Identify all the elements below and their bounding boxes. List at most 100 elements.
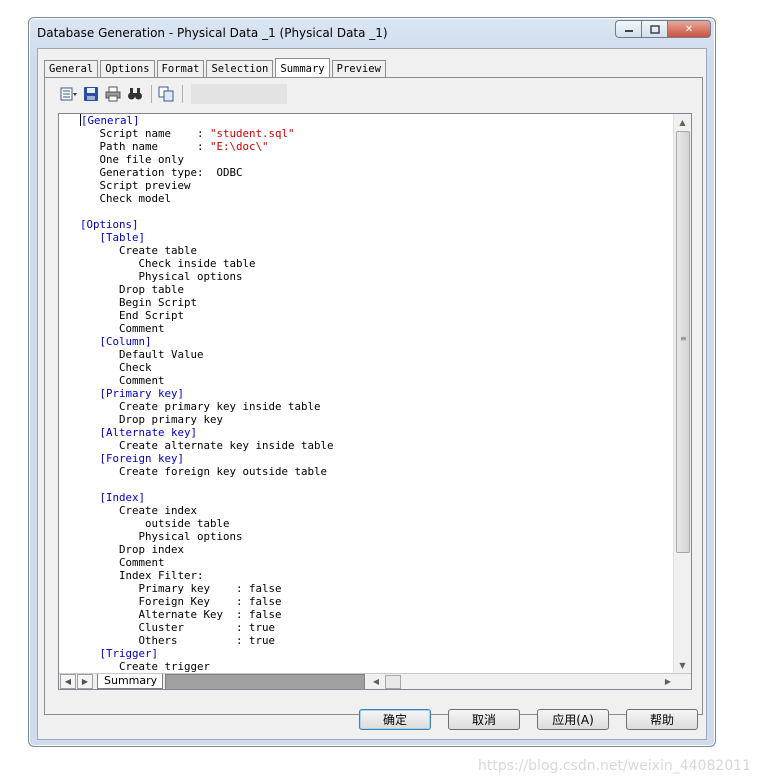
dialog-buttons: 确定 取消 应用(A) 帮助 [342, 709, 698, 730]
minimize-button[interactable] [615, 20, 641, 38]
summary-line-text: [Table] [99, 231, 146, 244]
summary-line-text: [Column] [99, 335, 152, 348]
grip-icon: ≡ [680, 334, 687, 343]
summary-line [80, 478, 334, 491]
sheet-prev-icon[interactable]: ◀ [60, 674, 76, 689]
summary-line-text: Alternate Key : false [138, 608, 282, 621]
sheet-tab-area [165, 674, 365, 689]
summary-line-text: [Primary key] [99, 387, 185, 400]
summary-line: Foreign Key : false [80, 595, 334, 608]
summary-line-text: Create table [119, 244, 198, 257]
summary-line-text: Drop index [119, 543, 185, 556]
summary-line-text: Default Value [119, 348, 204, 361]
summary-line: Comment [80, 374, 334, 387]
sheet-tab-summary[interactable]: Summary [97, 674, 163, 689]
summary-line: Script name : "student.sql" [80, 127, 334, 140]
apply-button[interactable]: 应用(A) [537, 709, 609, 730]
find-button[interactable] [125, 84, 145, 104]
toolbar-separator [151, 85, 152, 103]
scroll-up-icon[interactable]: ▲ [674, 114, 691, 131]
summary-line: Index Filter: [80, 569, 334, 582]
summary-line-text: Create primary key inside table [119, 400, 321, 413]
summary-line-text: Physical options [138, 270, 243, 283]
properties-button[interactable] [59, 84, 79, 104]
summary-section-line: [Index] [80, 491, 334, 504]
summary-section-line: [Primary key] [80, 387, 334, 400]
summary-line-text: [Foreign key] [99, 452, 185, 465]
summary-line-text: Create foreign key outside table [119, 465, 328, 478]
scroll-thumb[interactable]: ≡ [676, 131, 690, 553]
tab-summary[interactable]: Summary [275, 58, 330, 78]
summary-line-text: Create trigger [119, 660, 211, 673]
summary-section-line: [General] [80, 114, 334, 127]
find-icon [128, 88, 142, 100]
summary-line-text: Path name : [99, 140, 211, 153]
window-title: Database Generation - Physical Data _1 (… [37, 26, 388, 40]
minimize-icon [624, 30, 633, 32]
summary-line-text: Index Filter: [119, 569, 204, 582]
summary-line: Generation type: ODBC [80, 166, 334, 179]
tab-general[interactable]: General [44, 60, 99, 77]
summary-line: End Script [80, 309, 334, 322]
maximize-button[interactable] [641, 20, 667, 38]
summary-line-text: Create index [119, 504, 198, 517]
summary-line-text: Create alternate key inside table [119, 439, 334, 452]
save-icon [84, 87, 98, 101]
editor-bottom-bar: ◀ ▶ Summary ◀ ▶ [59, 673, 691, 689]
close-button[interactable]: ✕ [667, 20, 711, 38]
summary-line: Script preview [80, 179, 334, 192]
summary-line-text: Foreign Key : false [138, 595, 282, 608]
summary-section-line: [Table] [80, 231, 334, 244]
horizontal-scrollbar[interactable]: ◀ ▶ [369, 674, 675, 689]
sheet-next-icon[interactable]: ▶ [77, 674, 93, 689]
dialog-client: General Options Format Selection Summary Prev… [37, 48, 707, 740]
print-button[interactable] [103, 84, 123, 104]
summary-line: outside table [80, 517, 334, 530]
hscroll-thumb[interactable] [385, 675, 401, 689]
summary-line-text: [General] [81, 114, 140, 127]
tab-strip: General Options Format Selection Summary Prev… [44, 57, 388, 78]
watermark: https://blog.csdn.net/weixin_44082011 [477, 758, 751, 774]
summary-line: Check [80, 361, 334, 374]
summary-line-text: Others : true [138, 634, 276, 647]
properties-icon [60, 87, 77, 101]
ok-button[interactable]: 确定 [359, 709, 431, 730]
dialog-window: Database Generation - Physical Data _1 (… [28, 17, 716, 747]
tab-selection[interactable]: Selection [206, 60, 274, 77]
toolbar [59, 83, 287, 105]
copy-button[interactable] [156, 84, 176, 104]
tab-preview[interactable]: Preview [331, 60, 386, 77]
maximize-icon [649, 24, 660, 34]
vertical-scrollbar[interactable]: ▲ ≡ ▼ [673, 114, 691, 674]
summary-section-line: [Options] [80, 218, 334, 231]
tab-options[interactable]: Options [100, 60, 155, 77]
summary-line-text: Begin Script [119, 296, 198, 309]
summary-line: Create index [80, 504, 334, 517]
summary-line-text: [Index] [99, 491, 146, 504]
scroll-left-icon[interactable]: ◀ [369, 674, 383, 689]
summary-text[interactable]: [General] Script name : "student.sql" Pa… [80, 114, 334, 673]
window-controls: ✕ [615, 20, 711, 40]
scroll-down-icon[interactable]: ▼ [674, 657, 691, 674]
cancel-button[interactable]: 取消 [448, 709, 520, 730]
summary-line: Physical options [80, 530, 334, 543]
summary-line-text: Generation type: ODBC [99, 166, 243, 179]
summary-line-value: "student.sql" [210, 127, 295, 140]
summary-line: Comment [80, 322, 334, 335]
toolbar-dropdown[interactable] [191, 84, 287, 104]
summary-line-text: Primary key : false [138, 582, 282, 595]
tab-format[interactable]: Format [156, 60, 205, 77]
editor-gutter [59, 114, 79, 689]
save-button[interactable] [81, 84, 101, 104]
summary-line: Create primary key inside table [80, 400, 334, 413]
summary-line: Create alternate key inside table [80, 439, 334, 452]
help-button[interactable]: 帮助 [626, 709, 698, 730]
summary-line: Comment [80, 556, 334, 569]
summary-line-text: Script preview [99, 179, 191, 192]
summary-line-text: outside table [145, 517, 230, 530]
copy-icon [158, 86, 174, 102]
title-bar[interactable]: Database Generation - Physical Data _1 (… [29, 18, 715, 48]
scroll-right-icon[interactable]: ▶ [661, 674, 675, 689]
summary-line: Physical options [80, 270, 334, 283]
summary-editor[interactable]: [General] Script name : "student.sql" Pa… [58, 113, 692, 690]
